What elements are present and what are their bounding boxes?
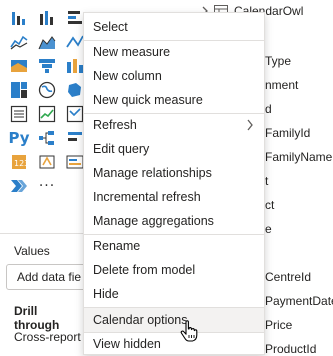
- line-chart-icon[interactable]: [8, 33, 30, 51]
- menu-item-label: Manage relationships: [93, 166, 212, 180]
- table-context-menu: Select New measure New column New quick …: [83, 12, 265, 355]
- decomposition-tree-icon[interactable]: [36, 129, 58, 147]
- kpi-icon[interactable]: [36, 105, 58, 123]
- field-item[interactable]: ct: [265, 198, 274, 212]
- treemap-icon[interactable]: [8, 81, 30, 99]
- stacked-bar-chart-icon[interactable]: [8, 9, 30, 27]
- field-item[interactable]: PaymentDate: [265, 294, 333, 308]
- pane-divider: [0, 233, 84, 234]
- menu-item-label: Edit query: [93, 142, 150, 156]
- cross-report-label: Cross-report: [14, 330, 81, 344]
- menu-item-edit-query[interactable]: Edit query: [84, 137, 264, 161]
- menu-item-view-hidden[interactable]: View hidden: [84, 332, 264, 356]
- menu-item-label: Manage aggregations: [93, 214, 214, 228]
- menu-item-label: New quick measure: [93, 93, 203, 107]
- visualizations-pane: Py 123 ··· Values Add data fie Drill thr…: [0, 0, 86, 355]
- menu-item-new-column[interactable]: New column: [84, 64, 264, 88]
- field-item[interactable]: d: [265, 102, 272, 116]
- menu-item-delete-from-model[interactable]: Delete from model: [84, 258, 264, 282]
- menu-item-incremental-refresh[interactable]: Incremental refresh: [84, 185, 264, 209]
- more-visuals-icon[interactable]: ···: [36, 177, 58, 195]
- menu-item-refresh[interactable]: Refresh: [84, 113, 264, 137]
- menu-item-manage-relationships[interactable]: Manage relationships: [84, 161, 264, 185]
- power-automate-icon[interactable]: [8, 177, 30, 195]
- menu-item-label: Hide: [93, 287, 119, 301]
- waterfall-chart-icon[interactable]: [36, 57, 58, 75]
- drill-through-label: Drill through: [14, 304, 60, 332]
- field-item[interactable]: ProductId: [265, 342, 316, 356]
- menu-item-label: New column: [93, 69, 162, 83]
- field-item[interactable]: Price: [265, 318, 292, 332]
- menu-item-rename[interactable]: Rename: [84, 234, 264, 258]
- field-item[interactable]: t: [265, 174, 268, 188]
- area-chart-icon[interactable]: [36, 33, 58, 51]
- add-data-field-well[interactable]: Add data fie: [6, 264, 86, 290]
- field-item[interactable]: FamilyId: [265, 126, 310, 140]
- menu-item-label: Incremental refresh: [93, 190, 201, 204]
- menu-item-label: Select: [93, 20, 128, 34]
- menu-item-label: Calendar options: [93, 313, 188, 327]
- svg-text:123: 123: [14, 159, 28, 168]
- menu-item-label: Refresh: [93, 118, 137, 132]
- menu-item-new-measure[interactable]: New measure: [84, 40, 264, 64]
- paginated-report-icon[interactable]: 123: [8, 153, 30, 171]
- values-label: Values: [14, 244, 50, 258]
- menu-item-manage-aggregations[interactable]: Manage aggregations: [84, 209, 264, 233]
- smart-narrative-icon[interactable]: [36, 153, 58, 171]
- menu-item-label: View hidden: [93, 337, 161, 351]
- field-item[interactable]: e: [265, 222, 272, 236]
- clustered-column-chart-icon[interactable]: [36, 9, 58, 27]
- python-visual-icon[interactable]: Py: [8, 129, 30, 147]
- menu-item-new-quick-measure[interactable]: New quick measure: [84, 88, 264, 112]
- field-item[interactable]: FamilyName: [265, 150, 332, 164]
- table-icon[interactable]: [8, 105, 30, 123]
- menu-item-calendar-options[interactable]: Calendar options: [84, 308, 264, 332]
- ribbon-chart-icon[interactable]: [8, 57, 30, 75]
- hand-pointer-icon: [180, 320, 198, 342]
- field-item[interactable]: nment: [265, 78, 298, 92]
- menu-item-label: Delete from model: [93, 263, 196, 277]
- chevron-right-icon: [246, 119, 254, 131]
- field-item[interactable]: CentreId: [265, 270, 311, 284]
- menu-item-label: New measure: [93, 45, 171, 59]
- menu-item-hide[interactable]: Hide: [84, 282, 264, 306]
- menu-item-label: Rename: [93, 239, 141, 253]
- python-visual-label: Py: [8, 129, 30, 147]
- more-visuals-dots: ···: [38, 178, 56, 194]
- menu-item-select[interactable]: Select: [84, 15, 264, 39]
- map-icon[interactable]: [36, 81, 58, 99]
- field-item[interactable]: Type: [265, 54, 291, 68]
